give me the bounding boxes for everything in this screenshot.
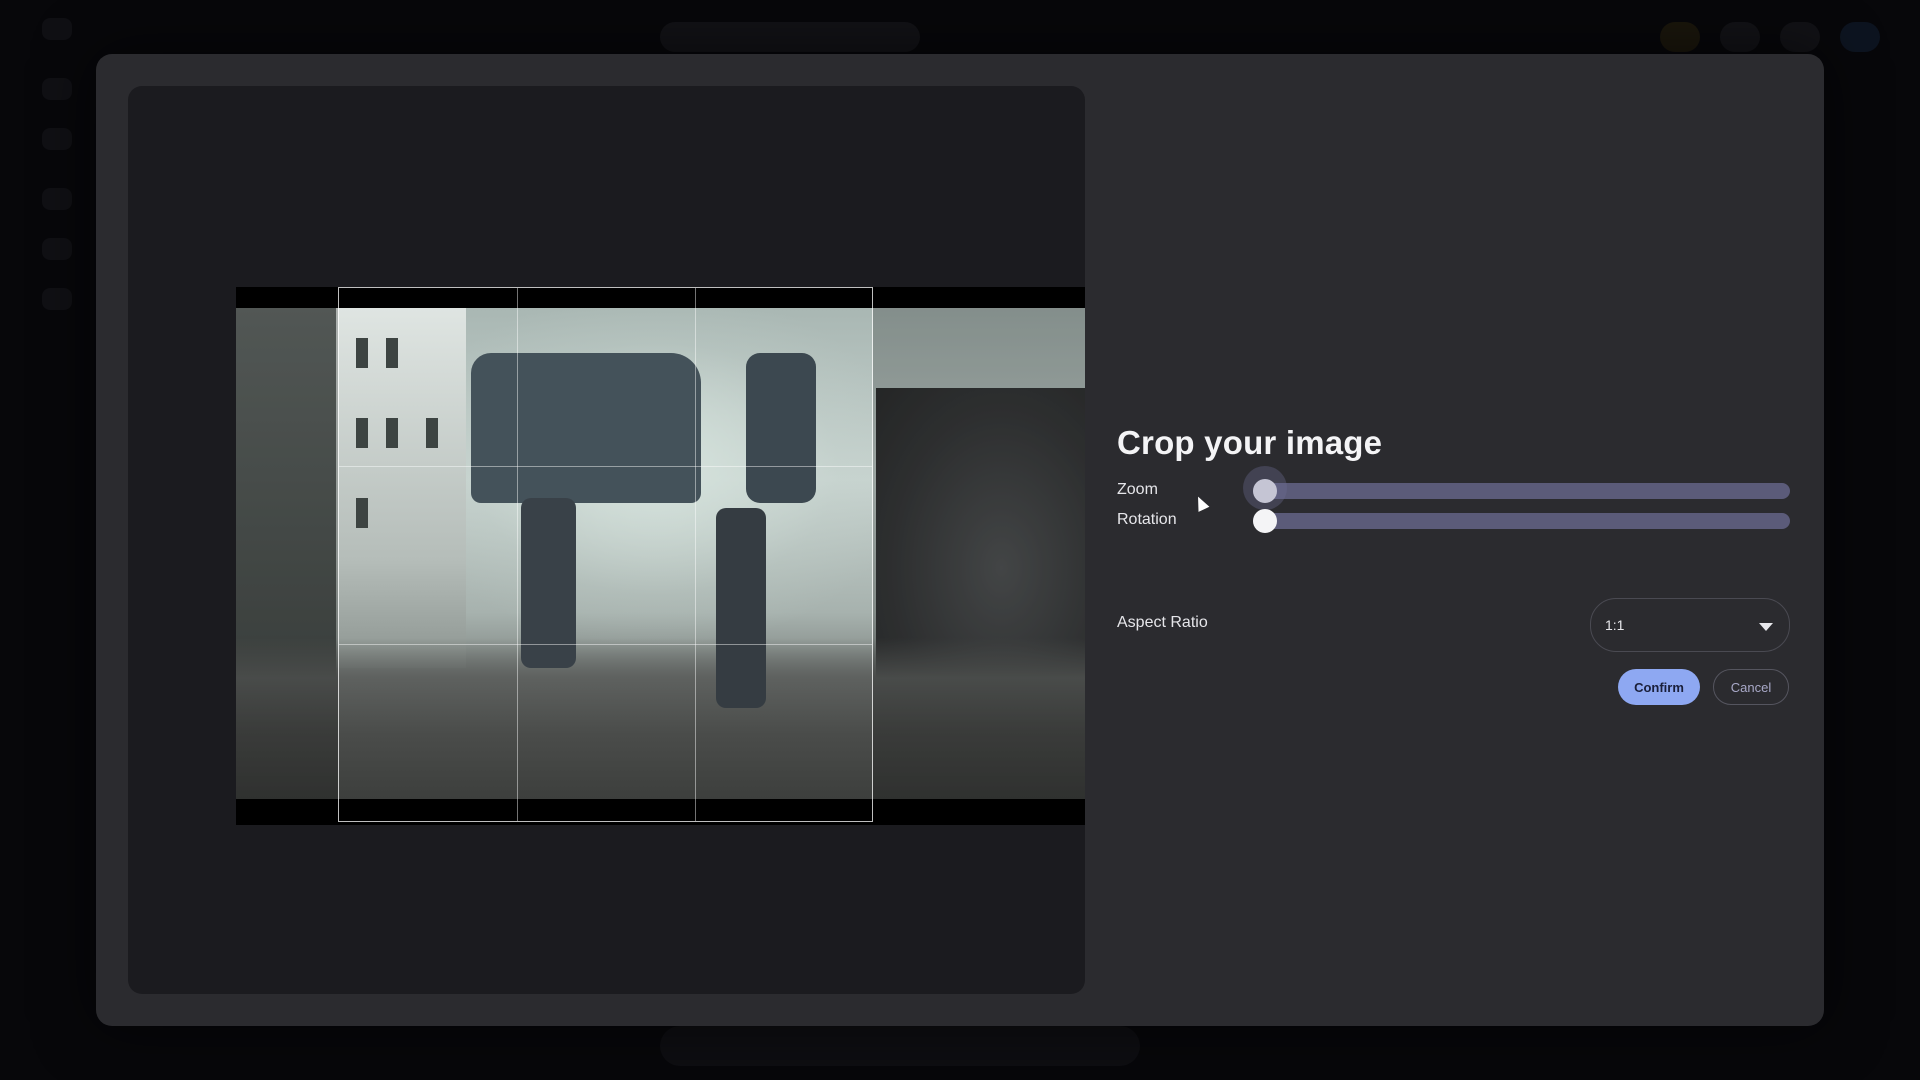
- crop-modal: Crop your image Zoom Rotation Aspect Rat…: [96, 54, 1824, 1026]
- background-sidebar-item: [42, 288, 72, 310]
- background-sidebar-item: [42, 78, 72, 100]
- crop-canvas[interactable]: [128, 86, 1085, 994]
- background-icon: [1660, 22, 1700, 52]
- chevron-down-icon: [1759, 623, 1773, 631]
- crop-grid-line: [695, 288, 696, 821]
- zoom-slider-thumb[interactable]: [1243, 466, 1287, 510]
- crop-selection-box[interactable]: [338, 287, 873, 822]
- background-sidebar-item: [42, 188, 72, 210]
- background-icon: [1720, 22, 1760, 52]
- crop-grid-line: [339, 644, 872, 645]
- background-icon: [1780, 22, 1820, 52]
- aspect-ratio-label: Aspect Ratio: [1117, 614, 1208, 631]
- background-header: [660, 22, 920, 52]
- aspect-ratio-value: 1:1: [1605, 617, 1625, 633]
- background-sidebar-item: [42, 238, 72, 260]
- rotation-slider-track[interactable]: [1253, 513, 1790, 529]
- zoom-slider-track[interactable]: [1253, 483, 1790, 499]
- background-sidebar-item: [42, 128, 72, 150]
- background-bottom-bar: [660, 1026, 1140, 1066]
- crop-grid-line: [339, 466, 872, 467]
- modal-title: Crop your image: [1117, 424, 1383, 461]
- background-sidebar: [0, 0, 110, 1080]
- image-frame: [236, 287, 1085, 825]
- rotation-slider-thumb[interactable]: [1253, 509, 1277, 533]
- background-avatar: [1840, 22, 1880, 52]
- background-sidebar-item: [42, 18, 72, 40]
- rotation-label: Rotation: [1117, 511, 1177, 528]
- crop-grid-line: [517, 288, 518, 821]
- zoom-slider[interactable]: [1243, 466, 1790, 510]
- zoom-label: Zoom: [1117, 481, 1158, 498]
- confirm-button[interactable]: Confirm: [1618, 669, 1700, 705]
- aspect-ratio-select[interactable]: 1:1: [1590, 598, 1790, 652]
- rotation-slider[interactable]: [1253, 509, 1790, 533]
- cancel-button[interactable]: Cancel: [1713, 669, 1789, 705]
